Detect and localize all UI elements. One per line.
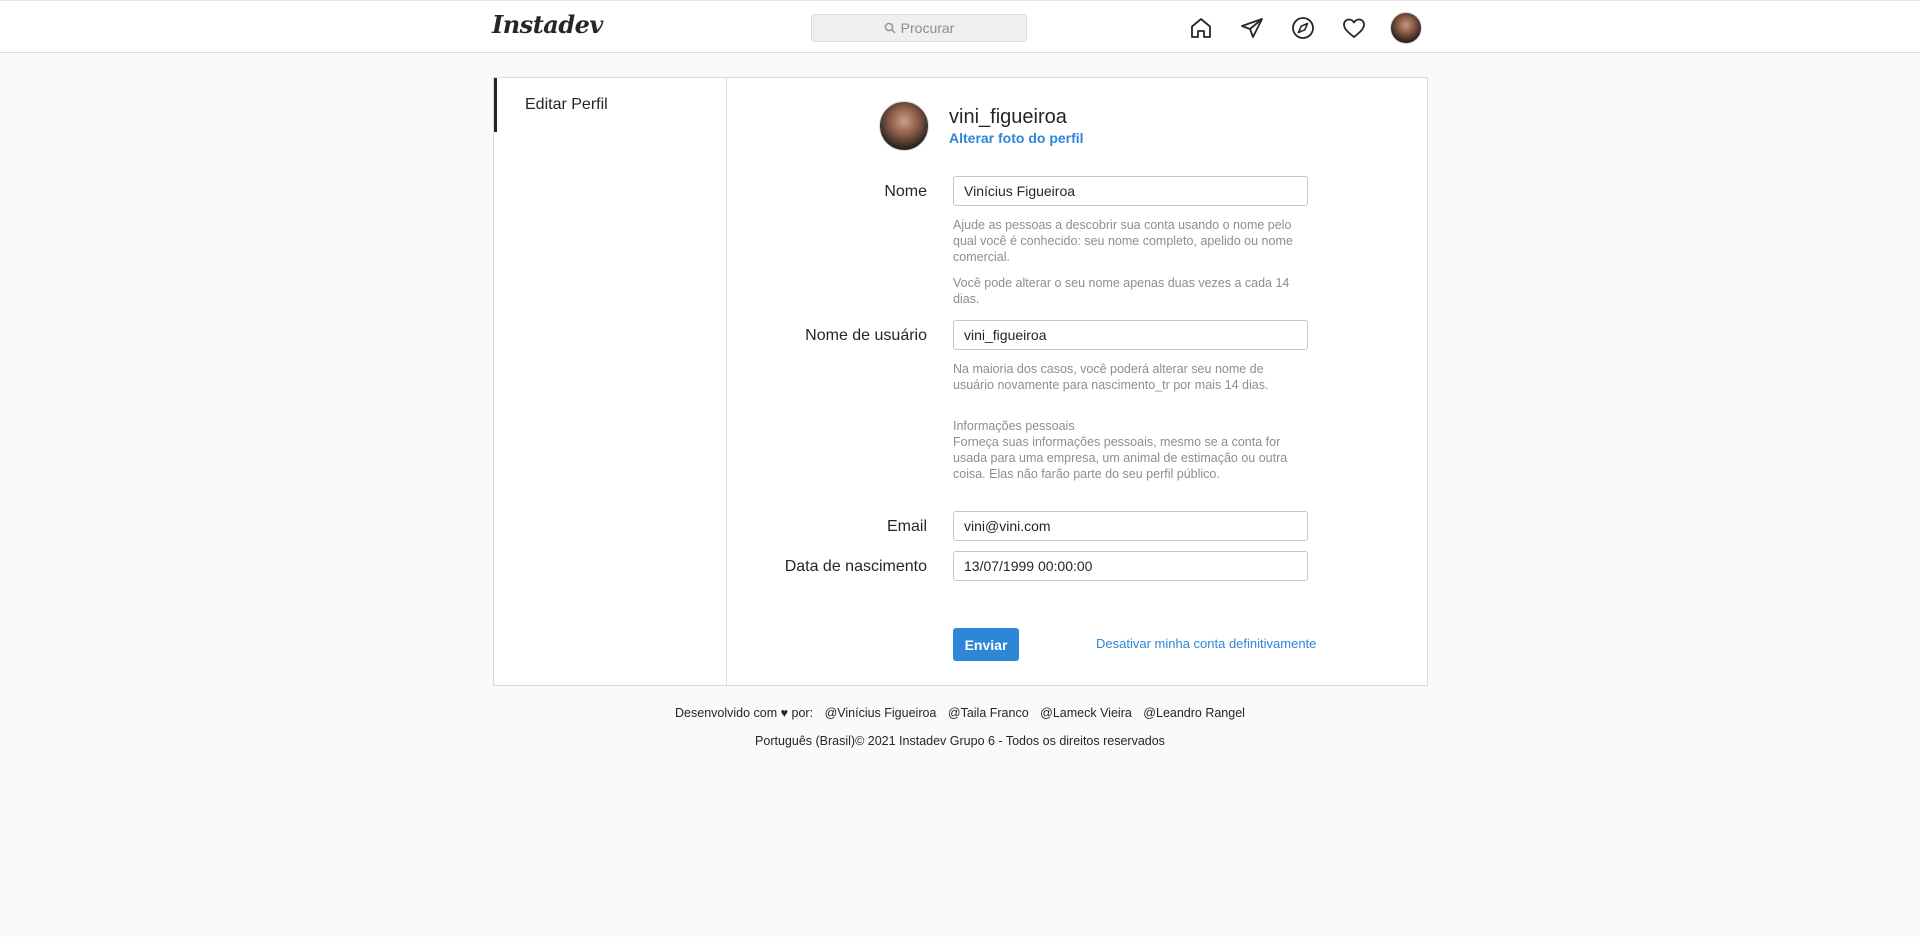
search-placeholder: Procurar [900, 20, 955, 36]
personal-info-text: Forneça suas informações pessoais, mesmo… [953, 435, 1288, 481]
change-photo-link[interactable]: Alterar foto do perfil [949, 129, 1084, 147]
submit-button[interactable]: Enviar [953, 628, 1019, 661]
name-help-text: Ajude as pessoas a descobrir sua conta u… [953, 218, 1293, 264]
direct-icon[interactable] [1239, 15, 1265, 41]
footer-copyright: Português (Brasil)© 2021 Instadev Grupo … [755, 734, 1165, 748]
profile-photo[interactable] [879, 101, 929, 151]
settings-sidebar: Editar Perfil [494, 78, 727, 685]
home-icon[interactable] [1188, 15, 1214, 41]
disable-account-link[interactable]: Desativar minha conta definitivamente [1096, 636, 1316, 651]
instadev-logo[interactable]: Instadev [492, 10, 603, 39]
profile-username: vini_figueiroa [949, 106, 1067, 128]
username-label: Nome de usuário [805, 327, 927, 344]
birthdate-field[interactable] [953, 551, 1308, 581]
top-navigation-bar: Instadev Procurar [0, 0, 1920, 53]
credit-link[interactable]: @Vinícius Figueiroa [825, 706, 937, 720]
credit-link[interactable]: @Lameck Vieira [1040, 706, 1132, 720]
explore-icon[interactable] [1290, 15, 1316, 41]
activity-heart-icon[interactable] [1341, 15, 1367, 41]
name-field[interactable] [953, 176, 1308, 206]
profile-header: vini_figueiroa Alterar foto do perfil [879, 101, 1084, 151]
name-label: Nome [884, 183, 927, 200]
edit-profile-card: Editar Perfil vini_figueiroa Alterar fot… [493, 77, 1428, 686]
personal-info-title: Informações pessoais [953, 419, 1075, 433]
footer-credits: Desenvolvido com ♥ por: @Vinícius Figuei… [0, 706, 1920, 720]
name-change-limit-text: Você pode alterar o seu nome apenas duas… [953, 276, 1290, 306]
profile-avatar[interactable] [1390, 12, 1422, 44]
sidebar-item-label: Editar Perfil [525, 96, 608, 113]
username-field[interactable] [953, 320, 1308, 350]
username-help-text: Na maioria dos casos, você poderá altera… [953, 362, 1269, 392]
credit-link[interactable]: @Taila Franco [948, 706, 1029, 720]
sidebar-item-edit-profile[interactable]: Editar Perfil [494, 78, 726, 132]
credit-link[interactable]: @Leandro Rangel [1143, 706, 1245, 720]
email-field[interactable] [953, 511, 1308, 541]
search-box[interactable]: Procurar [811, 14, 1027, 42]
nav-icons [1188, 12, 1422, 44]
birthdate-label: Data de nascimento [784, 558, 927, 575]
email-label: Email [886, 518, 927, 535]
footer-credits-prefix: Desenvolvido com ♥ por: [675, 706, 814, 720]
search-icon [884, 22, 896, 34]
